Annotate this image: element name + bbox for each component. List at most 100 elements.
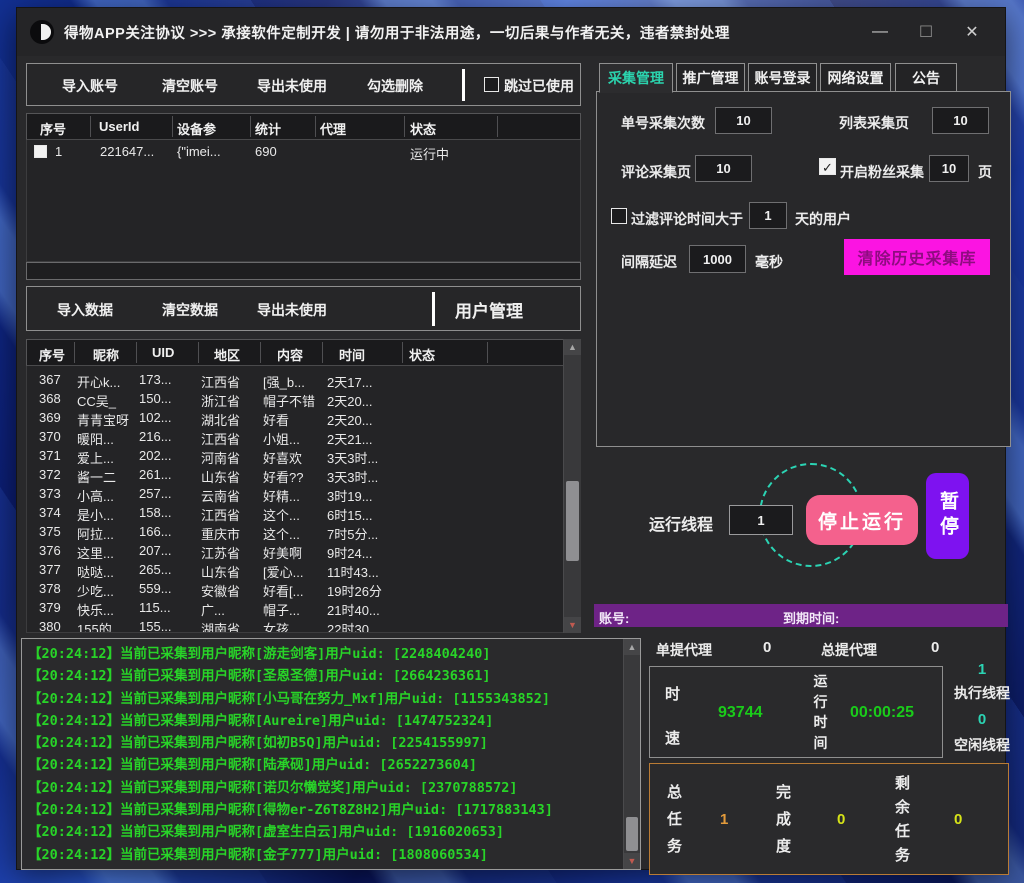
delay-input[interactable]: 1000 — [689, 245, 746, 273]
tab-account-login[interactable]: 账号登录 — [748, 63, 817, 92]
column-header[interactable]: 状态 — [409, 345, 435, 364]
cell: 是小... — [77, 505, 114, 524]
cell: 2天20... — [327, 410, 373, 429]
column-header[interactable]: 地区 — [214, 345, 240, 364]
close-icon[interactable]: ✕ — [949, 15, 995, 49]
column-header[interactable]: 序号 — [40, 119, 66, 138]
comment-page-input[interactable]: 10 — [695, 155, 752, 182]
thread-count-input[interactable]: 1 — [729, 505, 793, 535]
column-header[interactable]: 序号 — [39, 345, 65, 364]
cell: 102... — [139, 410, 172, 425]
maximize-icon[interactable]: ☐ — [903, 15, 949, 49]
scrollbar-thumb[interactable] — [566, 481, 579, 561]
tab-announcement[interactable]: 公告 — [895, 63, 957, 92]
table-row[interactable]: 379快乐...115...广...帽子...21时40... — [27, 599, 580, 618]
column-header[interactable]: 内容 — [277, 345, 303, 364]
table-row[interactable]: 377哒哒...265...山东省[爱心...11时43... — [27, 561, 580, 580]
table-row[interactable]: 367开心k...173...江西省[强_b...2天17... — [27, 371, 580, 390]
cell: 372 — [39, 467, 61, 482]
import-accounts-button[interactable]: 导入账号 — [62, 76, 118, 96]
user-table-scrollbar[interactable]: ▲ ▼ — [563, 339, 581, 633]
filter-days-input[interactable]: 1 — [749, 202, 787, 229]
cell: 快乐... — [77, 600, 114, 619]
cell: 山东省 — [201, 467, 240, 486]
cell: 166... — [139, 524, 172, 539]
cell: 2天20... — [327, 391, 373, 410]
cell: 155的 — [77, 619, 112, 633]
table-row[interactable]: 373小高...257...云南省好精...3时19... — [27, 485, 580, 504]
scrollbar-thumb[interactable] — [626, 817, 638, 851]
table-row[interactable]: 371爱上...202...河南省好喜欢3天3时... — [27, 447, 580, 466]
cell: 378 — [39, 581, 61, 596]
column-header[interactable]: 时间 — [339, 345, 365, 364]
scroll-down-icon[interactable]: ▼ — [564, 617, 581, 633]
cell: 江苏省 — [201, 543, 240, 562]
skip-used-checkbox[interactable] — [484, 77, 499, 92]
clear-data-button[interactable]: 清空数据 — [162, 300, 218, 320]
export-unused-data-button[interactable]: 导出未使用 — [257, 300, 327, 320]
fans-page-input[interactable]: 10 — [929, 155, 969, 182]
table-row[interactable]: 370暖阳...216...江西省小姐...2天21... — [27, 428, 580, 447]
account-label: 账号: — [599, 608, 629, 627]
column-header[interactable]: UserId — [99, 119, 139, 134]
column-header[interactable]: 设备参 — [177, 119, 216, 138]
log-line: 【20:24:12】当前已采集到用户昵称[得物er-Z6T8Z8H2]用户uid… — [28, 799, 620, 821]
account-table-header: 序号 UserId 设备参 统计 代理 状态 — [26, 113, 581, 140]
account-status-bar: 账号: 到期时间: — [594, 604, 1008, 627]
cell: 女孩 — [263, 619, 289, 633]
column-header[interactable]: 代理 — [320, 119, 346, 138]
table-row[interactable]: 374是小...158...江西省这个...6时15... — [27, 504, 580, 523]
scroll-up-icon[interactable]: ▲ — [564, 339, 581, 355]
table-row[interactable]: 372酱一二261...山东省好看??3天3时... — [27, 466, 580, 485]
cell: [爱心... — [263, 562, 303, 581]
stop-run-button[interactable]: 停止运行 — [806, 495, 918, 545]
cell: 155... — [139, 619, 172, 633]
cell: 好看 — [263, 410, 289, 429]
cell: 云南省 — [201, 486, 240, 505]
titlebar[interactable]: 得物APP关注协议 >>> 承接软件定制开发 | 请勿用于非法用途，一切后果与作… — [17, 8, 1005, 56]
log-line: 【20:24:12】当前已采集到用户昵称[如初B5Q]用户uid: [22541… — [28, 732, 620, 754]
list-page-input[interactable]: 10 — [932, 107, 989, 134]
tab-collect-manage[interactable]: 采集管理 — [599, 63, 673, 93]
scroll-down-icon[interactable]: ▼ — [624, 853, 640, 869]
cell: 559... — [139, 581, 172, 596]
column-header[interactable]: 昵称 — [93, 345, 119, 364]
desktop-wallpaper: 得物APP关注协议 >>> 承接软件定制开发 | 请勿用于非法用途，一切后果与作… — [0, 0, 1024, 883]
tab-network-settings[interactable]: 网络设置 — [820, 63, 891, 92]
column-header[interactable]: 统计 — [255, 119, 281, 138]
table-row[interactable]: 368CC吴_150...浙江省帽子不错2天20... — [27, 390, 580, 409]
minimize-icon[interactable]: — — [857, 15, 903, 49]
import-data-button[interactable]: 导入数据 — [57, 300, 113, 320]
table-row[interactable]: 376这里...207...江苏省好美啊9时24... — [27, 542, 580, 561]
single-collect-input[interactable]: 10 — [715, 107, 772, 134]
delete-checked-button[interactable]: 勾选删除 — [367, 76, 423, 96]
log-scrollbar[interactable]: ▲ ▼ — [623, 639, 640, 869]
cell: 22时30 — [327, 619, 369, 633]
table-row[interactable]: 375阿拉...166...重庆市这个...7时5分... — [27, 523, 580, 542]
clear-accounts-button[interactable]: 清空账号 — [162, 76, 218, 96]
cell: 好看[... — [263, 581, 303, 600]
fans-collect-checkbox[interactable]: ✓ — [819, 158, 836, 175]
cell: 216... — [139, 429, 172, 444]
speed-value: 93744 — [718, 704, 763, 722]
user-manage-button[interactable]: 用户管理 — [455, 297, 523, 322]
export-unused-accounts-button[interactable]: 导出未使用 — [257, 76, 327, 96]
runtime-value: 00:00:25 — [850, 704, 914, 722]
table-row[interactable]: 378少吃...559...安徽省好看[...19时26分 — [27, 580, 580, 599]
cell: 368 — [39, 391, 61, 406]
table-row[interactable]: 369青青宝呀102...湖北省好看2天20... — [27, 409, 580, 428]
table-row[interactable]: 380155的155...湖南省女孩22时30 — [27, 618, 580, 633]
exec-thread-label: 执行线程 — [947, 683, 1017, 703]
column-header[interactable]: UID — [152, 345, 174, 360]
scroll-up-icon[interactable]: ▲ — [624, 639, 640, 655]
clear-history-button[interactable]: 清除历史采集库 — [844, 239, 990, 275]
tab-promo-manage[interactable]: 推广管理 — [676, 63, 745, 92]
idle-thread-label: 空闲线程 — [947, 735, 1017, 755]
column-header[interactable]: 状态 — [410, 119, 436, 138]
filter-time-checkbox[interactable] — [611, 208, 627, 224]
pause-button[interactable]: 暂停 — [926, 473, 969, 559]
row-checkbox[interactable] — [34, 145, 47, 158]
cell: 370 — [39, 429, 61, 444]
table-row[interactable]: 1 221647... {"imei... 690 运行中 — [27, 140, 580, 165]
cell: 371 — [39, 448, 61, 463]
